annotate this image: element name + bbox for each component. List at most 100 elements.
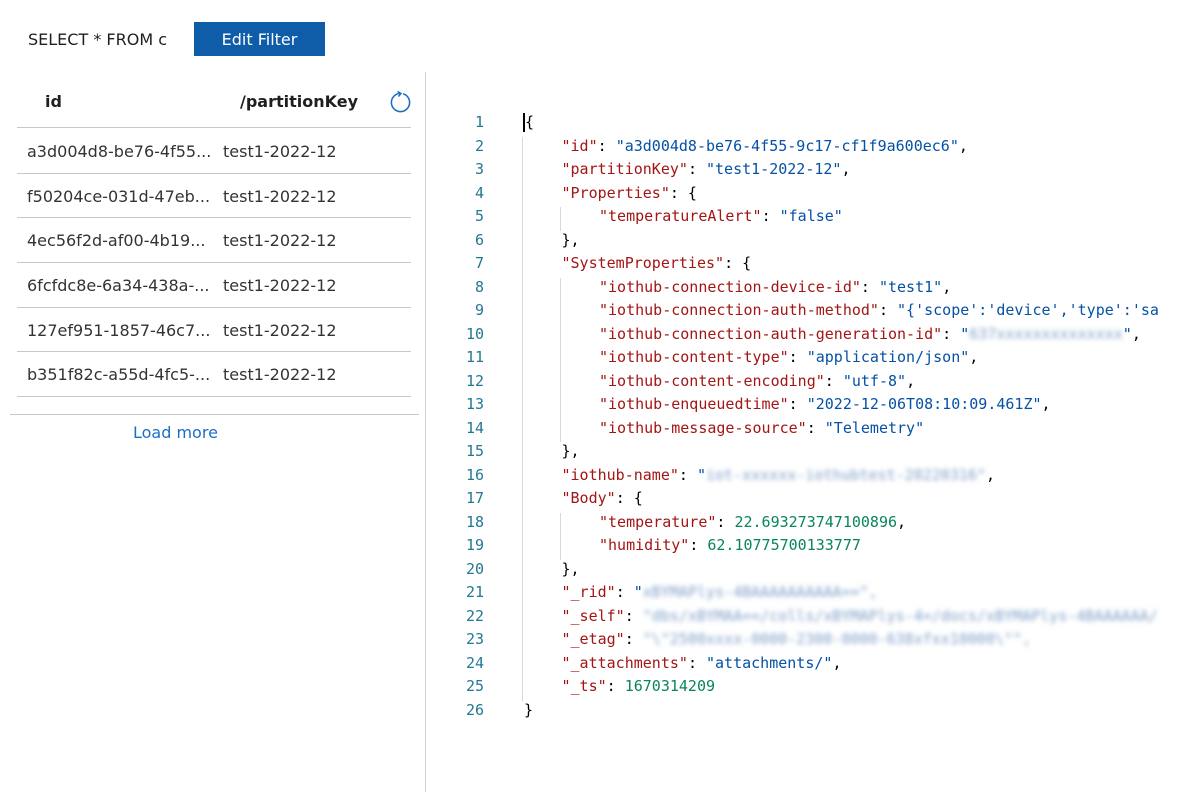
line-number: 7 — [474, 254, 484, 272]
json-punctuation: , — [985, 465, 995, 484]
json-punctuation: : { — [724, 254, 752, 272]
editor-line: 1{ — [440, 113, 1200, 137]
json-string: "attachments/" — [706, 653, 833, 672]
json-punctuation: : — [860, 277, 879, 296]
json-string: " — [696, 465, 706, 484]
json-string: "test1-2022-12" — [706, 160, 842, 178]
json-punctuation: : — [788, 395, 807, 413]
code-text: "temperatureAlert": "false" — [599, 207, 843, 225]
code-text: "id": "a3d004d8-be76-4f55-9c17-cf1f9a600… — [562, 137, 968, 155]
table-row[interactable]: 4ec56f2d-af00-4b19... test1-2022-12 — [17, 218, 411, 264]
json-key: "id" — [561, 136, 598, 155]
json-punctuation: : — [687, 160, 706, 178]
line-number: 24 — [465, 653, 484, 672]
json-punctuation: }, — [561, 442, 580, 460]
editor-line: 17 "Body": { — [440, 489, 1200, 513]
redacted-value: iot-xxxxxx-iothubtest-20220316" — [706, 465, 986, 484]
json-key: "temperatureAlert" — [599, 207, 762, 225]
json-key: "iothub-connection-device-id" — [599, 277, 861, 296]
line-number: 18 — [465, 512, 484, 531]
code-text: { — [523, 113, 534, 132]
row-id-cell: a3d004d8-be76-4f55... — [27, 142, 212, 161]
table-row[interactable]: a3d004d8-be76-4f55... test1-2022-12 — [17, 129, 411, 174]
json-key: "iothub-connection-auth-method" — [599, 301, 879, 319]
column-header-id[interactable]: id — [45, 92, 62, 111]
json-key: "_attachments" — [561, 653, 688, 672]
line-number: 20 — [465, 559, 484, 578]
json-string: " — [1122, 324, 1132, 343]
line-number: 14 — [465, 418, 484, 437]
code-text: "_ts": 1670314209 — [562, 677, 716, 695]
table-row[interactable]: b351f82c-a55d-4fc5-... test1-2022-12 — [17, 352, 411, 398]
json-string: "test1" — [878, 277, 943, 296]
editor-line: 10 "iothub-connection-auth-generation-id"… — [440, 325, 1200, 349]
json-string: "false" — [779, 207, 843, 225]
indent-guide — [522, 136, 523, 701]
line-number: 13 — [465, 395, 484, 413]
editor-line: 16 "iothub-name": "iot-xxxxxx-iothubtest-… — [440, 466, 1200, 490]
json-string: "a3d004d8-be76-4f55-9c17-cf1f9a600ec6" — [615, 136, 959, 155]
code-text: }, — [562, 560, 580, 578]
json-punctuation: : — [678, 465, 697, 484]
json-punctuation: : — [624, 630, 643, 648]
json-punctuation: }, — [561, 559, 580, 578]
results-list-header: id /partitionKey — [17, 78, 411, 128]
editor-line: 4 "Properties": { — [440, 184, 1200, 208]
pane-splitter[interactable] — [425, 72, 426, 792]
json-punctuation: , — [906, 371, 916, 390]
editor-line: 12 "iothub-content-encoding": "utf-8", — [440, 372, 1200, 396]
json-key: "Body" — [561, 489, 616, 507]
editor-line: 19 "humidity": 62.10775700133777 — [440, 536, 1200, 560]
json-key: "temperature" — [599, 512, 717, 531]
line-number: 21 — [465, 583, 484, 601]
line-number: 10 — [465, 324, 484, 343]
line-number: 4 — [474, 183, 484, 202]
code-text: "_self": "dbs/xBYMAA==/colls/xBYMAPlys-4… — [562, 607, 1158, 625]
json-string: "Telemetry" — [824, 418, 925, 437]
json-key: "iothub-connection-auth-generation-id" — [599, 324, 943, 343]
editor-line: 21 "_rid": "xBYMAPlys-4BAAAAAAAAAA==", — [440, 583, 1200, 607]
json-string: " — [960, 324, 970, 343]
json-key: "iothub-message-source" — [599, 418, 807, 437]
editor-line: 25 "_ts": 1670314209 — [440, 677, 1200, 701]
json-string: "application/json" — [806, 348, 970, 366]
edit-filter-button[interactable]: Edit Filter — [194, 22, 325, 56]
editor-line: 3 "partitionKey": "test1-2022-12", — [440, 160, 1200, 184]
json-string: "utf-8" — [842, 371, 907, 390]
row-partition-key-cell: test1-2022-12 — [223, 231, 337, 251]
refresh-icon[interactable] — [389, 91, 412, 114]
json-punctuation: : — [824, 371, 843, 390]
code-text: }, — [562, 231, 580, 249]
row-id-cell: f50204ce-031d-47eb... — [27, 186, 211, 206]
json-editor[interactable]: 1{2 "id": "a3d004d8-be76-4f55-9c17-cf1f9a… — [440, 113, 1200, 792]
json-punctuation: , — [832, 653, 842, 672]
row-partition-key-cell: test1-2022-12 — [223, 276, 337, 296]
json-number: 1670314209 — [624, 677, 716, 695]
code-text: "temperature": 22.693273747100896, — [599, 513, 906, 531]
line-number: 16 — [465, 465, 484, 484]
json-punctuation: : — [761, 207, 780, 225]
line-number: 11 — [465, 348, 484, 366]
line-number: 23 — [465, 630, 484, 648]
row-id-cell: 6fcfdc8e-6a34-438a-... — [27, 276, 210, 296]
code-text: "_etag": "\"2500xxxx-0000-2300-0000-638x… — [562, 630, 1032, 648]
row-partition-key-cell: test1-2022-12 — [223, 186, 337, 206]
table-row[interactable]: f50204ce-031d-47eb... test1-2022-12 — [17, 174, 411, 219]
redacted-value: "dbs/xBYMAA==/colls/xBYMAPlys-4=/docs/xB… — [642, 606, 1158, 625]
code-text: "Properties": { — [562, 184, 697, 202]
json-key: "SystemProperties" — [561, 254, 725, 272]
json-key: "iothub-content-encoding" — [599, 371, 825, 390]
table-row[interactable]: 6fcfdc8e-6a34-438a-... test1-2022-12 — [17, 263, 411, 308]
line-number: 15 — [465, 442, 484, 460]
results-list: a3d004d8-be76-4f55... test1-2022-12 f50204… — [17, 129, 411, 398]
column-header-partition-key[interactable]: /partitionKey — [240, 92, 358, 111]
json-punctuation: , — [969, 348, 979, 366]
load-more-link[interactable]: Load more — [133, 423, 218, 442]
table-row[interactable]: 127ef951-1857-46c7... test1-2022-12 — [17, 308, 411, 353]
editor-line: 9 "iothub-connection-auth-method": "{'sco… — [440, 301, 1200, 325]
json-key: "iothub-name" — [561, 465, 679, 484]
code-text: }, — [562, 442, 580, 460]
json-punctuation: : — [878, 301, 898, 319]
code-text: } — [524, 701, 533, 719]
json-punctuation: : — [615, 583, 634, 601]
